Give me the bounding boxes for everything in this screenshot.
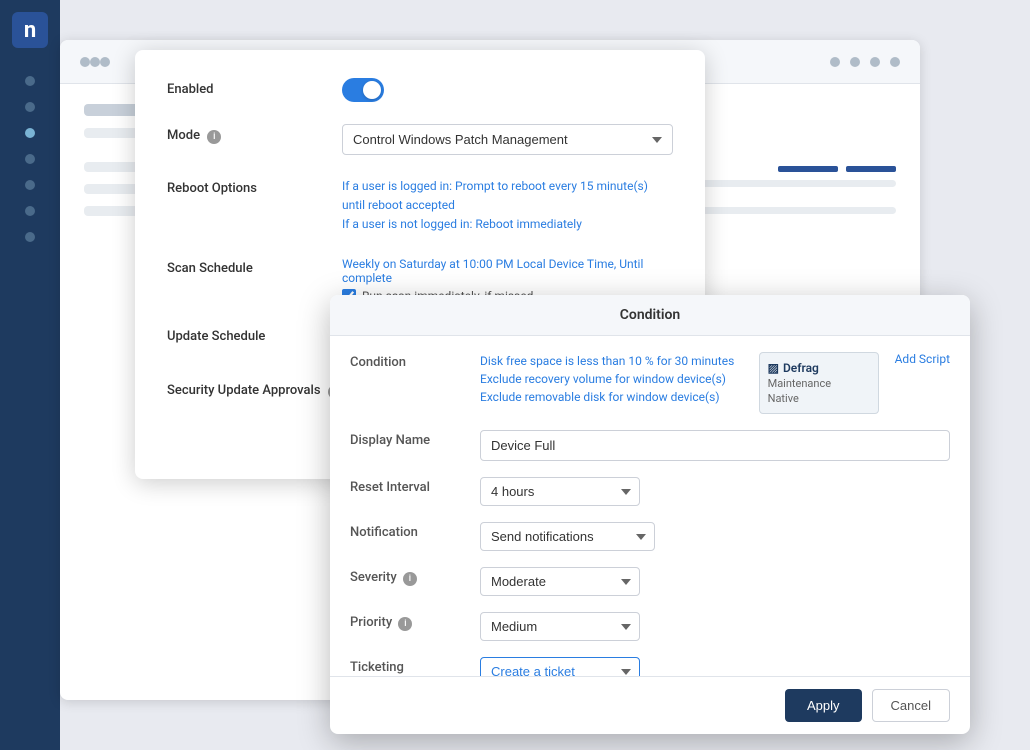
enabled-content: [342, 78, 673, 102]
script-box-title: ▨ Defrag: [768, 361, 870, 375]
reboot-line2: If a user is not logged in: Reboot immed…: [342, 217, 582, 231]
mode-content: Control Windows Patch Management Automat…: [342, 124, 673, 155]
bg-bar-1: [778, 166, 838, 172]
reboot-line1: If a user is logged in: Prompt to reboot…: [342, 179, 648, 212]
mode-info-icon[interactable]: i: [207, 130, 221, 144]
condition-title: Condition: [620, 307, 681, 323]
mode-label: Mode i: [167, 124, 342, 144]
sidebar-nav-item-5[interactable]: [25, 180, 35, 190]
reboot-content: If a user is logged in: Prompt to reboot…: [342, 177, 673, 235]
bg-bar-2: [846, 166, 896, 172]
reboot-label: Reboot Options: [167, 177, 342, 196]
sidebar-nav-item-2[interactable]: [25, 102, 35, 112]
reset-interval-content: 4 hours 8 hours 12 hours 24 hours Never: [480, 477, 950, 506]
priority-select[interactable]: Low Medium High: [480, 612, 640, 641]
bg-panel-dots: [830, 57, 900, 67]
script-box: ▨ Defrag Maintenance Native: [759, 352, 879, 414]
defrag-icon: ▨: [768, 361, 779, 375]
severity-row: Severity i Low Moderate High Critical: [350, 567, 950, 596]
notification-label: Notification: [350, 522, 480, 540]
reboot-row: Reboot Options If a user is logged in: P…: [167, 177, 673, 235]
scan-label: Scan Schedule: [167, 257, 342, 276]
condition-desc-area: Disk free space is less than 10 % for 30…: [480, 352, 950, 414]
enabled-toggle[interactable]: [342, 78, 384, 102]
bg-dot-2: [90, 57, 100, 67]
bg-header-dot-4: [890, 57, 900, 67]
ticketing-select[interactable]: Create a ticket Don't create a ticket: [480, 657, 640, 676]
sidebar-nav-item-7[interactable]: [25, 232, 35, 242]
severity-select[interactable]: Low Moderate High Critical: [480, 567, 640, 596]
bg-header-dot-1: [830, 57, 840, 67]
sidebar-nav-item-1[interactable]: [25, 76, 35, 86]
update-label: Update Schedule: [167, 325, 342, 344]
display-name-input[interactable]: [480, 430, 950, 461]
condition-row: Condition Disk free space is less than 1…: [350, 352, 950, 414]
mode-row: Mode i Control Windows Patch Management …: [167, 124, 673, 155]
display-name-row: Display Name: [350, 430, 950, 461]
bg-line-8: [680, 207, 896, 214]
bg-header-dot-2: [850, 57, 860, 67]
security-label: Security Update Approvals i: [167, 379, 342, 399]
enabled-label: Enabled: [167, 78, 342, 97]
severity-content: Low Moderate High Critical: [480, 567, 950, 596]
display-name-label: Display Name: [350, 430, 480, 448]
condition-field-label: Condition: [350, 352, 480, 370]
sidebar-nav-item-6[interactable]: [25, 206, 35, 216]
sidebar-logo[interactable]: n: [12, 12, 48, 48]
bg-header-dot-3: [870, 57, 880, 67]
condition-field-content: Disk free space is less than 10 % for 30…: [480, 352, 950, 414]
sidebar-nav-item-4[interactable]: [25, 154, 35, 164]
add-script-link[interactable]: Add Script: [895, 352, 950, 366]
ticketing-content: Create a ticket Don't create a ticket: [480, 657, 950, 676]
script-box-sub2: Native: [768, 392, 870, 405]
bg-dot-3: [100, 57, 110, 67]
script-box-sub1: Maintenance: [768, 377, 870, 390]
severity-info-icon[interactable]: i: [403, 572, 417, 586]
priority-row: Priority i Low Medium High: [350, 612, 950, 641]
reset-interval-label: Reset Interval: [350, 477, 480, 495]
severity-label: Severity i: [350, 567, 480, 586]
cancel-button[interactable]: Cancel: [872, 689, 950, 722]
display-name-content: [480, 430, 950, 461]
condition-modal: Condition Condition Disk free space is l…: [330, 295, 970, 734]
priority-content: Low Medium High: [480, 612, 950, 641]
condition-header: Condition: [330, 295, 970, 336]
condition-footer: Apply Cancel: [330, 676, 970, 734]
priority-label: Priority i: [350, 612, 480, 631]
reset-interval-select[interactable]: 4 hours 8 hours 12 hours 24 hours Never: [480, 477, 640, 506]
priority-info-icon[interactable]: i: [398, 617, 412, 631]
scan-schedule-link[interactable]: Weekly on Saturday at 10:00 PM Local Dev…: [342, 257, 673, 285]
notification-row: Notification Send notifications Don't se…: [350, 522, 950, 551]
sidebar: n: [0, 0, 60, 750]
mode-select[interactable]: Control Windows Patch Management Automat…: [342, 124, 673, 155]
condition-body[interactable]: Condition Disk free space is less than 1…: [330, 336, 970, 676]
ticketing-label: Ticketing: [350, 657, 480, 675]
bg-dot-1: [80, 57, 90, 67]
condition-description: Disk free space is less than 10 % for 30…: [480, 352, 751, 406]
enabled-row: Enabled: [167, 78, 673, 102]
toggle-knob: [363, 81, 381, 99]
notification-select[interactable]: Send notifications Don't send notificati…: [480, 522, 655, 551]
notification-content: Send notifications Don't send notificati…: [480, 522, 950, 551]
reset-interval-row: Reset Interval 4 hours 8 hours 12 hours …: [350, 477, 950, 506]
ticketing-row: Ticketing Create a ticket Don't create a…: [350, 657, 950, 676]
sidebar-nav-item-3[interactable]: [25, 128, 35, 138]
apply-button[interactable]: Apply: [785, 689, 862, 722]
